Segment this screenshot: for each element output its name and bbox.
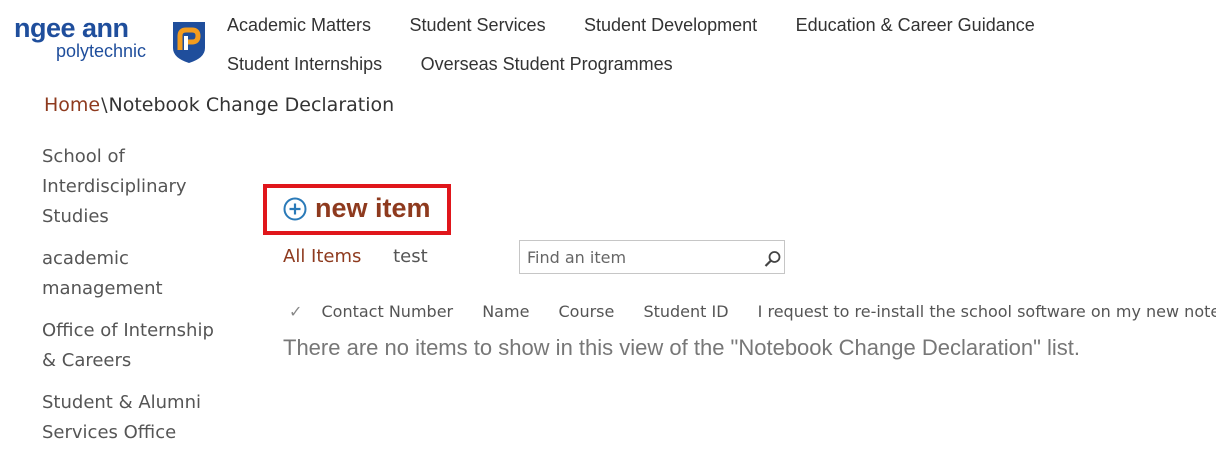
view-test[interactable]: test: [393, 246, 428, 267]
sidebar-item-school-of-interdisciplinary-studies[interactable]: School of Interdisciplinary Studies: [42, 142, 232, 232]
nav-education-career-guidance[interactable]: Education & Career Guidance: [796, 12, 1035, 39]
column-reinstall-request[interactable]: I request to re-install the school softw…: [758, 302, 1216, 321]
view-all-items[interactable]: All Items: [283, 246, 361, 267]
left-navigation: School of Interdisciplinary Studies acad…: [42, 142, 232, 460]
column-student-id[interactable]: Student ID: [643, 302, 728, 321]
search-box: [519, 240, 785, 274]
new-item-label: new item: [315, 193, 431, 223]
sidebar-item-office-of-internship-careers[interactable]: Office of Internship & Careers: [42, 316, 232, 376]
breadcrumb-separator: \: [101, 94, 108, 116]
nav-student-services[interactable]: Student Services: [410, 12, 546, 39]
nav-overseas-student-programmes[interactable]: Overseas Student Programmes: [421, 51, 673, 78]
logo-mark-icon: [173, 22, 205, 63]
column-name[interactable]: Name: [482, 302, 529, 321]
column-contact-number[interactable]: Contact Number: [322, 302, 454, 321]
breadcrumb-current-page: Notebook Change Declaration: [108, 94, 395, 116]
sidebar-item-academic-management[interactable]: academic management: [42, 244, 232, 304]
ngee-ann-logo[interactable]: ngee ann polytechnic: [14, 14, 210, 68]
new-item-button[interactable]: new item: [283, 193, 431, 224]
search-icon[interactable]: [764, 250, 782, 268]
logo-text-polytechnic: polytechnic: [56, 41, 147, 61]
sidebar-item-student-alumni-services-office[interactable]: Student & Alumni Services Office: [42, 388, 232, 448]
breadcrumb-home-link[interactable]: Home: [44, 94, 100, 116]
nav-student-development[interactable]: Student Development: [584, 12, 757, 39]
column-course[interactable]: Course: [559, 302, 615, 321]
top-navigation: Academic Matters Student Services Studen…: [227, 12, 1212, 90]
nav-academic-matters[interactable]: Academic Matters: [227, 12, 371, 39]
search-input[interactable]: [520, 241, 767, 273]
empty-list-message: There are no items to show in this view …: [283, 335, 1081, 360]
checkmark-icon[interactable]: ✓: [289, 302, 302, 321]
add-circle-icon: [283, 197, 307, 220]
view-selector: All Items test: [283, 246, 428, 267]
logo-text-ngee-ann: ngee ann: [14, 13, 129, 43]
nav-student-internships[interactable]: Student Internships: [227, 51, 382, 78]
breadcrumb: Home\Notebook Change Declaration: [44, 94, 394, 116]
list-column-headers: ✓ Contact Number Name Course Student ID …: [289, 302, 1216, 321]
